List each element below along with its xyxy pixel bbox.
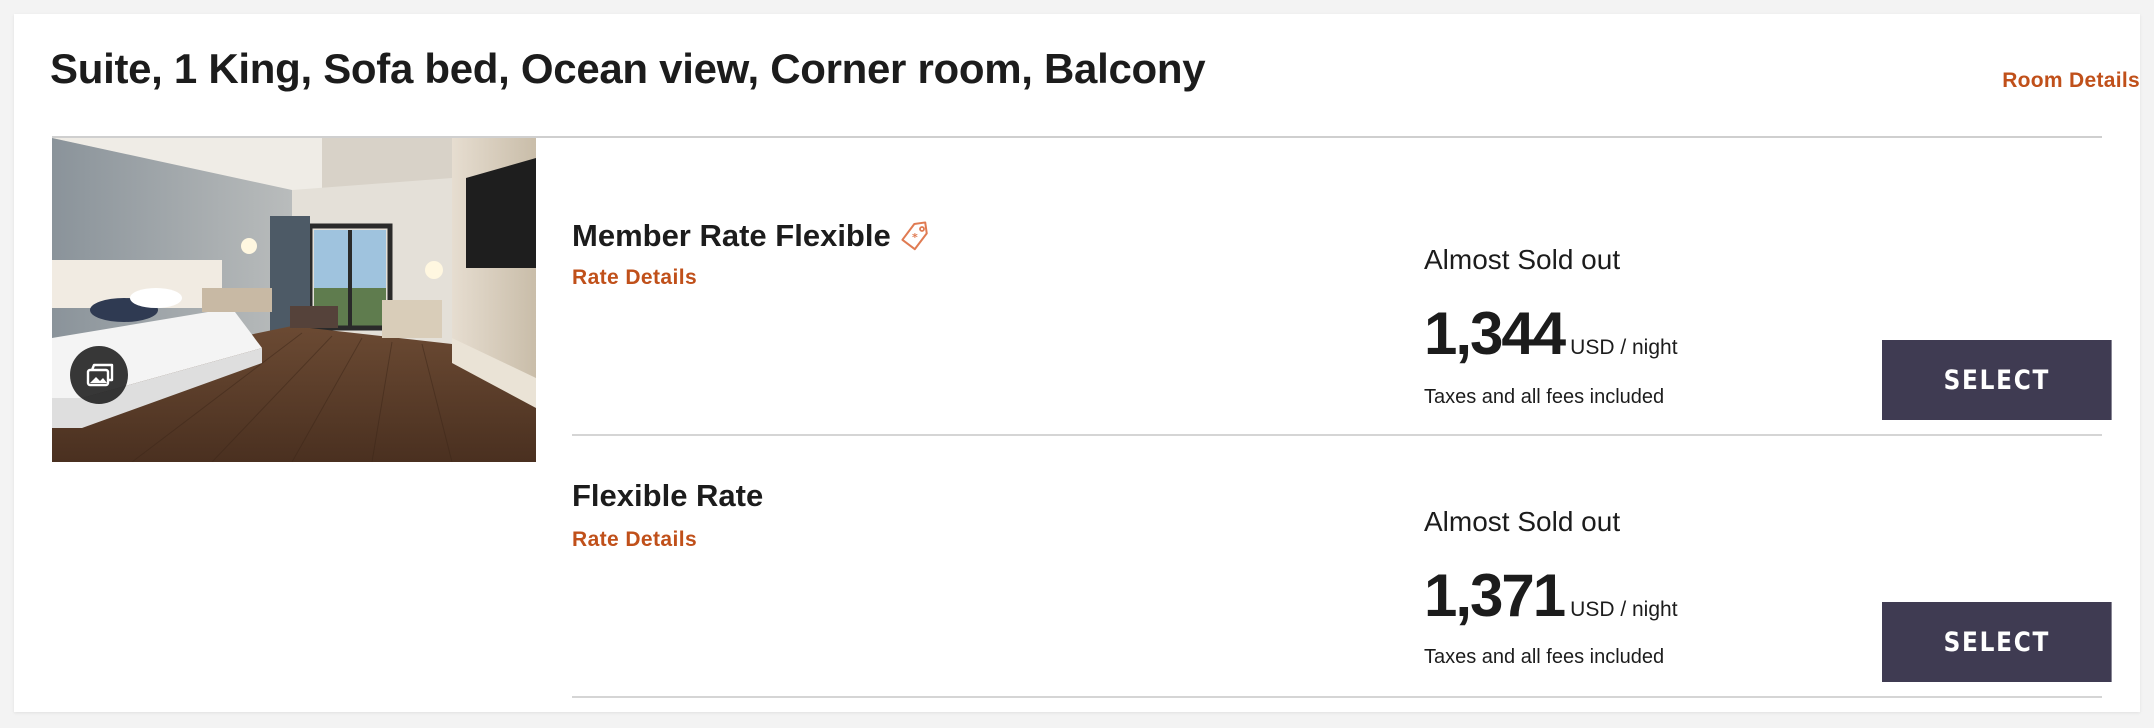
rate-name: Member Rate Flexible (572, 218, 891, 253)
select-button[interactable]: SELECT (1882, 340, 2112, 420)
rate-divider (572, 696, 2102, 698)
select-button[interactable]: SELECT (1882, 602, 2112, 682)
room-photo[interactable] (52, 138, 536, 462)
room-photo-image (52, 138, 536, 462)
room-details-link-wrapper: Room Details (40, 69, 2140, 93)
room-details-link[interactable]: Room Details (2002, 69, 2140, 92)
rate-details-link[interactable]: Rate Details (572, 266, 697, 290)
price-amount: 1,371 (1424, 562, 1566, 629)
price-unit: USD / night (1570, 598, 1678, 621)
price-line: 1,344 USD / night (1424, 304, 1678, 364)
member-tag-icon: * (901, 221, 928, 251)
gallery-button[interactable] (70, 346, 128, 404)
taxes-note: Taxes and all fees included (1424, 386, 1665, 408)
rate-name-row: Member Rate Flexible * (572, 218, 931, 254)
rate-row-flexible: Flexible Rate Rate Details Almost Sold o… (572, 450, 2112, 712)
rate-details-link[interactable]: Rate Details (572, 528, 697, 552)
gallery-icon (86, 363, 114, 387)
price-amount: 1,344 (1424, 300, 1566, 367)
price-line: 1,371 USD / night (1424, 566, 1678, 626)
room-card: Suite, 1 King, Sofa bed, Ocean view, Cor… (14, 14, 2140, 712)
availability-status: Almost Sold out (1424, 506, 1621, 537)
rate-divider (572, 434, 2102, 436)
rate-row-member-flexible: Member Rate Flexible * Rate Details Almo… (572, 138, 2112, 448)
taxes-note: Taxes and all fees included (1424, 646, 1665, 668)
rate-name-row: Flexible Rate (572, 478, 763, 514)
price-unit: USD / night (1570, 336, 1678, 359)
svg-text:*: * (912, 231, 918, 244)
rate-name: Flexible Rate (572, 478, 764, 513)
availability-status: Almost Sold out (1424, 244, 1621, 275)
